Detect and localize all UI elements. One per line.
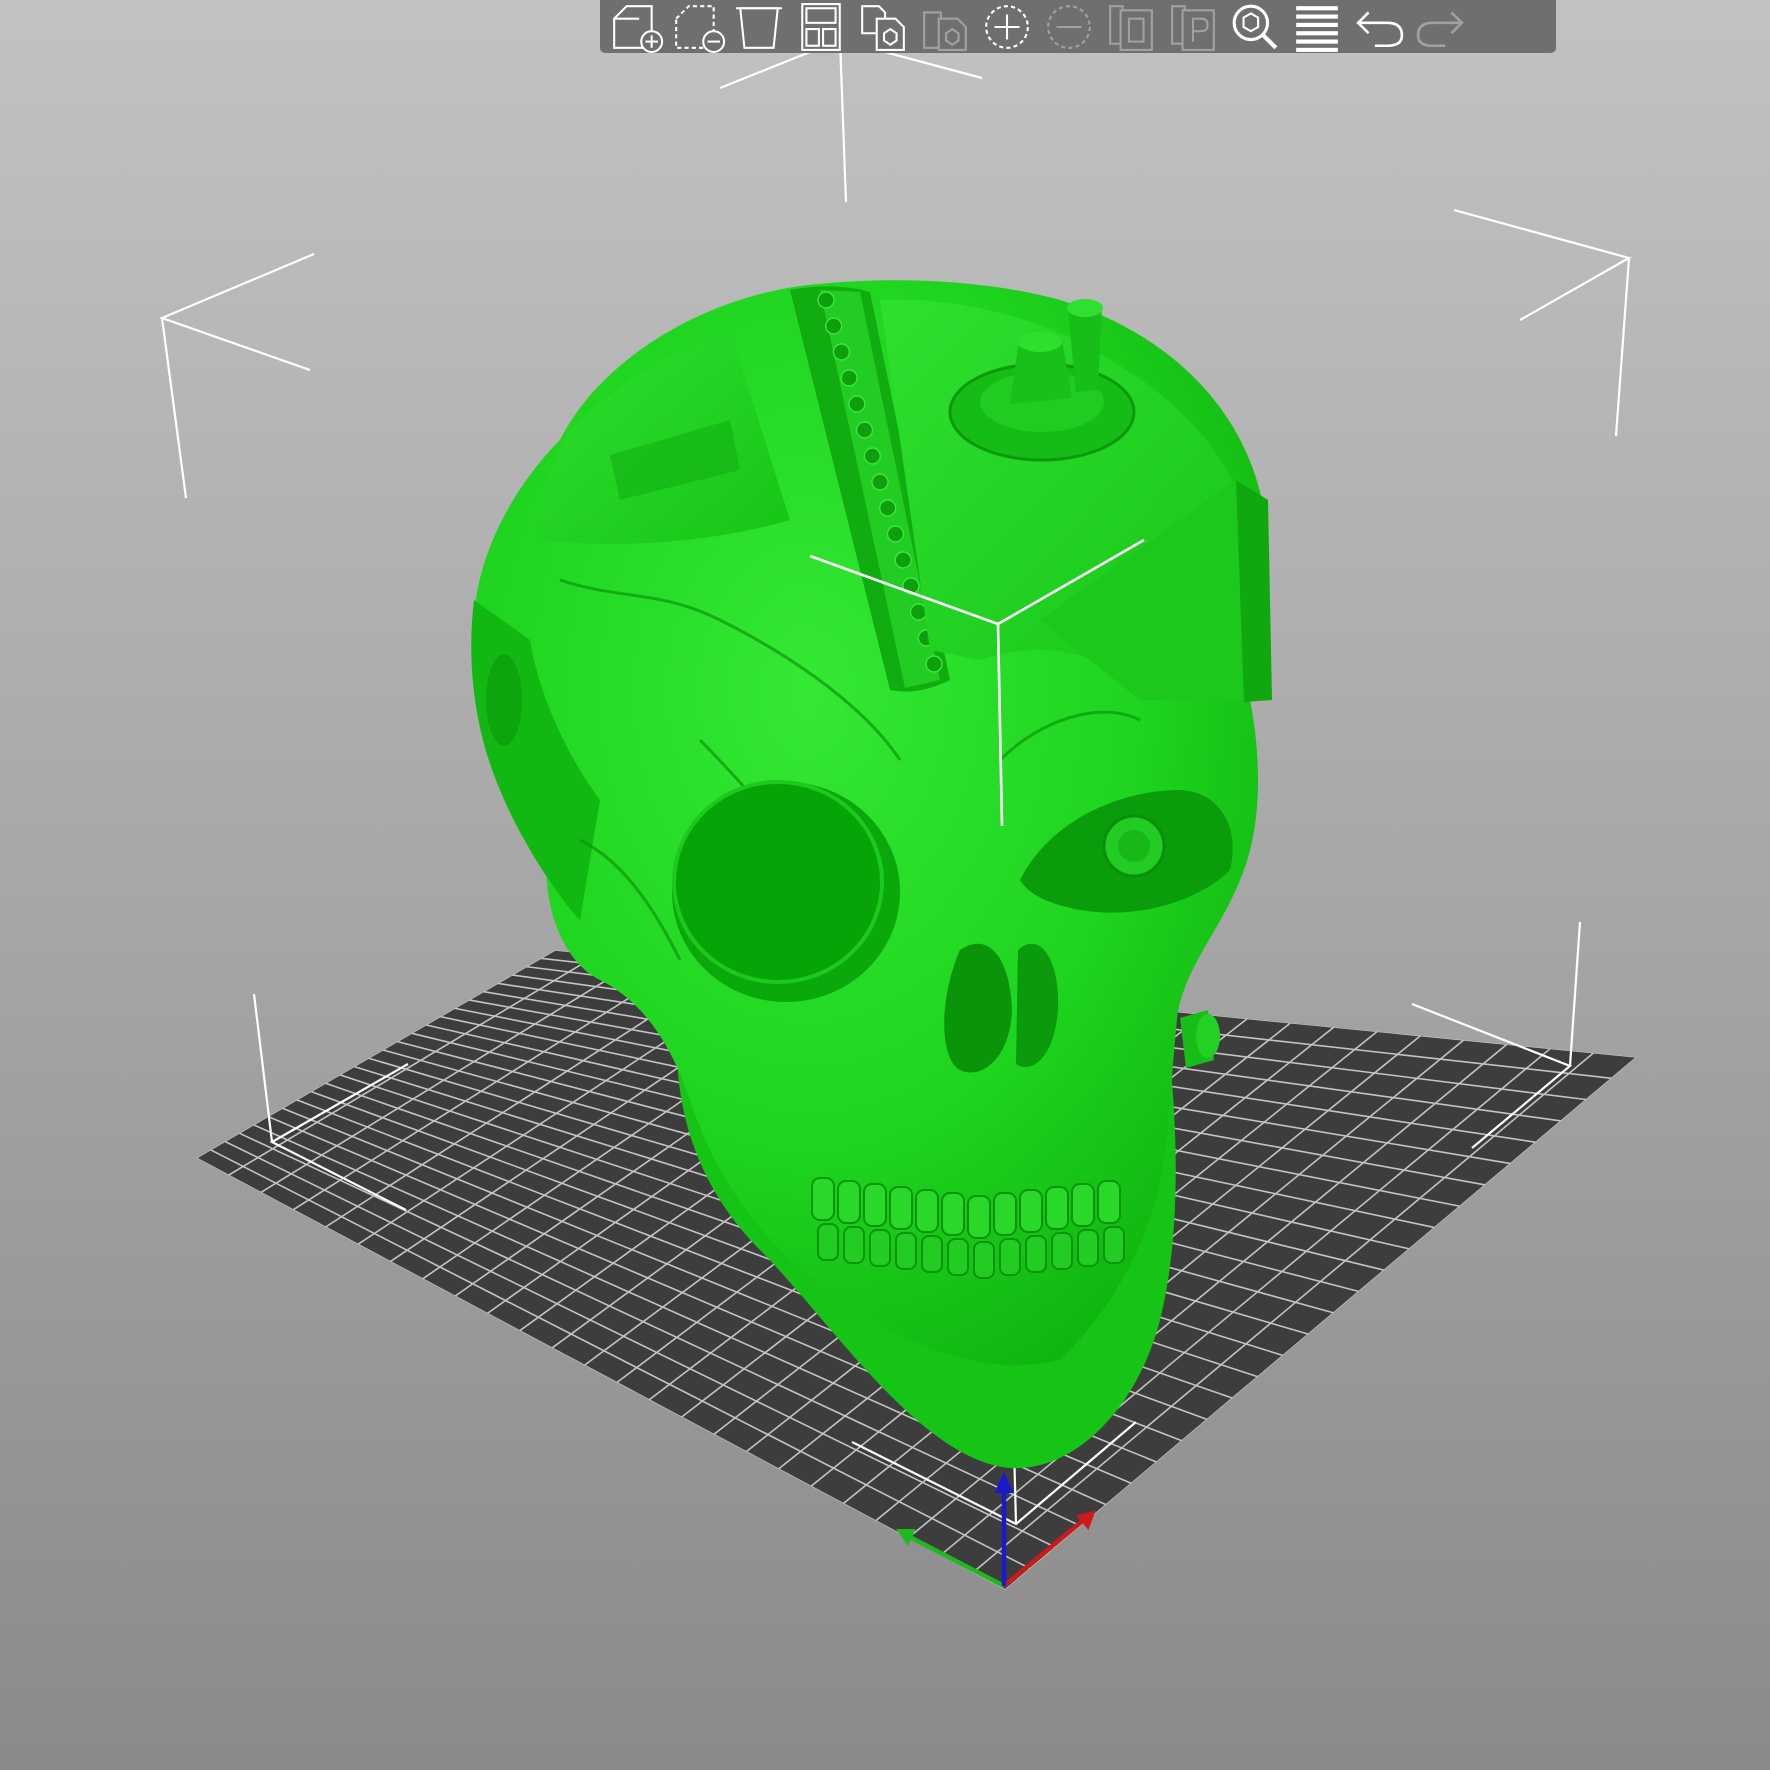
- arrange-button[interactable]: [790, 0, 852, 53]
- split-to-objects-button[interactable]: [1100, 0, 1162, 53]
- 3d-viewport[interactable]: [0, 0, 1770, 1770]
- delete-object-icon: [675, 4, 726, 53]
- remove-instance-button[interactable]: [1038, 0, 1100, 53]
- paste-button[interactable]: [914, 0, 976, 53]
- paste-icon: [923, 10, 967, 51]
- redo-icon: [1416, 10, 1464, 47]
- arrange-icon: [801, 2, 841, 51]
- search-button[interactable]: [1224, 0, 1286, 53]
- add-instance-icon: [985, 4, 1029, 49]
- redo-button[interactable]: [1410, 0, 1472, 53]
- split-to-parts-button[interactable]: [1162, 0, 1224, 53]
- top-toolbar: [600, 0, 1556, 53]
- undo-icon: [1356, 10, 1404, 47]
- remove-instance-icon: [1047, 4, 1091, 49]
- delete-all-icon: [736, 6, 782, 49]
- search-icon: [1232, 4, 1278, 49]
- delete-object-button[interactable]: [666, 0, 728, 53]
- add-instance-button[interactable]: [976, 0, 1038, 53]
- scene-canvas[interactable]: [0, 0, 1770, 1770]
- layers-button[interactable]: [1286, 0, 1348, 53]
- add-object-icon: [613, 4, 664, 53]
- undo-button[interactable]: [1348, 0, 1410, 53]
- split-to-parts-icon: [1171, 4, 1215, 51]
- copy-button[interactable]: [852, 0, 914, 53]
- split-to-objects-icon: [1109, 4, 1153, 51]
- add-object-button[interactable]: [604, 0, 666, 53]
- layers-icon: [1296, 5, 1338, 52]
- copy-icon: [861, 4, 905, 51]
- delete-all-button[interactable]: [728, 0, 790, 53]
